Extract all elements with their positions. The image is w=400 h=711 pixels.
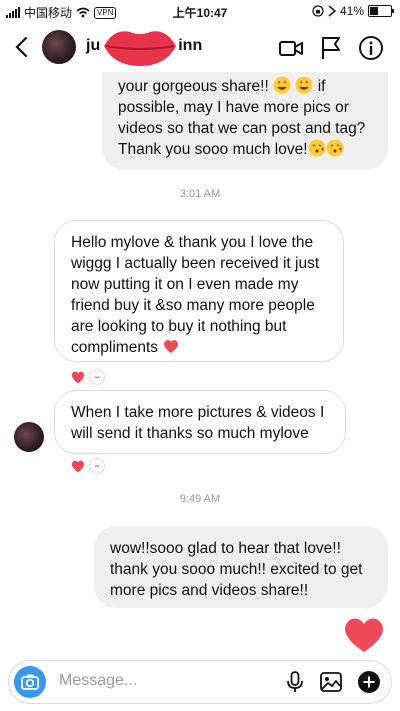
reactor-avatar-icon: ▪▪ bbox=[89, 458, 105, 474]
heart-reaction-icon bbox=[71, 371, 85, 384]
message-text: wow!!sooo glad to hear that love!! thank… bbox=[110, 540, 363, 599]
timestamp: 3:01 AM bbox=[179, 188, 221, 200]
status-right: 41% bbox=[312, 4, 394, 18]
message-text: Hello mylove & thank you I love the wigg… bbox=[71, 234, 320, 356]
alarm-icon bbox=[328, 5, 336, 17]
message-bubble-incoming[interactable]: Hello mylove & thank you I love the wigg… bbox=[54, 220, 344, 362]
info-icon[interactable] bbox=[358, 35, 384, 61]
username-suffix: inn bbox=[178, 37, 203, 54]
heart-eyes-emoji-icon bbox=[273, 76, 291, 94]
avatar[interactable] bbox=[42, 30, 76, 64]
kiss-emoji-icon bbox=[326, 139, 344, 157]
sender-avatar[interactable] bbox=[14, 422, 44, 452]
status-bar: 中国移动 VPN 上午10:47 41% bbox=[0, 0, 400, 22]
reaction-row[interactable]: ▪▪ bbox=[70, 458, 105, 474]
message-text: your gorgeous share!! bbox=[118, 78, 274, 95]
gallery-icon[interactable] bbox=[319, 670, 343, 694]
message-text: When I take more pictures & videos I wil… bbox=[71, 404, 325, 442]
timestamp: 9:49 AM bbox=[179, 493, 221, 505]
reaction-row[interactable]: ▪▪ bbox=[70, 369, 105, 385]
heart-eyes-emoji-icon bbox=[295, 76, 313, 94]
battery-percent: 41% bbox=[339, 4, 364, 18]
message-input[interactable]: Message... bbox=[59, 672, 137, 690]
add-icon[interactable] bbox=[357, 670, 381, 694]
reactor-avatar-icon: ▪▪ bbox=[89, 369, 105, 385]
heart-message-icon[interactable] bbox=[342, 614, 386, 654]
battery-icon bbox=[368, 5, 394, 17]
microphone-icon[interactable] bbox=[283, 670, 307, 694]
chat-header: ju inn bbox=[0, 22, 400, 72]
username-prefix: ju bbox=[86, 37, 101, 54]
message-bubble-outgoing[interactable]: wow!!sooo glad to hear that love!! thank… bbox=[94, 526, 388, 608]
heart-reaction-icon bbox=[71, 460, 85, 473]
camera-icon bbox=[21, 674, 39, 690]
kiss-emoji-icon bbox=[308, 139, 326, 157]
camera-button[interactable] bbox=[14, 666, 46, 698]
lips-sticker-icon bbox=[104, 31, 176, 66]
battery-fill bbox=[370, 7, 379, 15]
message-composer: Message... bbox=[8, 660, 392, 704]
flag-icon[interactable] bbox=[318, 35, 344, 61]
message-bubble-incoming[interactable]: When I take more pictures & videos I wil… bbox=[54, 390, 346, 454]
red-heart-emoji-icon bbox=[164, 340, 179, 353]
back-icon[interactable] bbox=[12, 36, 32, 58]
orientation-lock-icon bbox=[312, 5, 324, 17]
video-call-icon[interactable] bbox=[278, 35, 304, 61]
